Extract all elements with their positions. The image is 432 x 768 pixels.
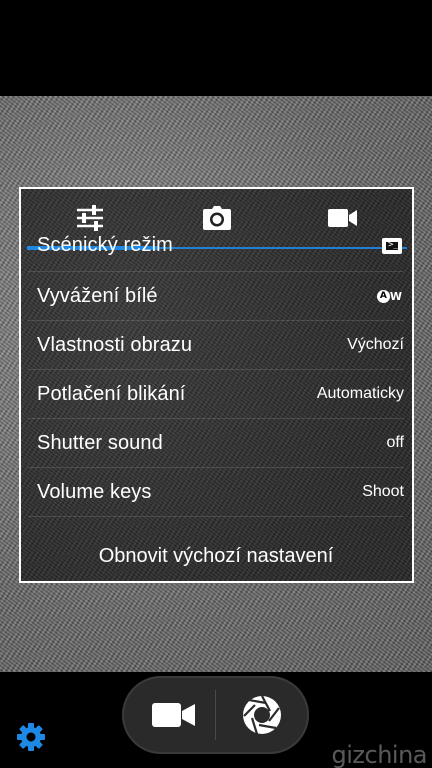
- setting-label: Scénický režim: [37, 234, 173, 256]
- shutter-button[interactable]: [226, 684, 298, 746]
- video-camera-icon: [152, 703, 195, 727]
- scene-mode-icon: >_: [382, 238, 402, 254]
- settings-list: Scénický režim >_ Vyvážení bílé AW Vlast…: [21, 234, 412, 517]
- setting-row-scene-mode[interactable]: Scénický režim >_: [28, 232, 404, 272]
- setting-value: Shoot: [362, 483, 404, 500]
- setting-row-volume-keys[interactable]: Volume keys Shoot: [28, 468, 404, 517]
- settings-panel: Scénický režim >_ Vyvážení bílé AW Vlast…: [19, 187, 414, 583]
- setting-row-image-properties[interactable]: Vlastnosti obrazu Výchozí: [28, 321, 404, 370]
- setting-label: Shutter sound: [37, 431, 163, 454]
- auto-white-balance-icon: AW: [376, 289, 402, 303]
- divider: [215, 690, 216, 740]
- setting-value: off: [386, 434, 405, 451]
- watermark: gizchina: [331, 741, 428, 768]
- top-bar: [0, 0, 432, 96]
- setting-label: Vyvážení bílé: [37, 284, 158, 307]
- aperture-icon: [243, 695, 281, 735]
- capture-controls: [122, 676, 309, 754]
- setting-label: Vlastnosti obrazu: [37, 333, 193, 356]
- setting-row-white-balance[interactable]: Vyvážení bílé AW: [28, 272, 404, 321]
- setting-value: Automaticky: [316, 385, 404, 402]
- gear-icon: [17, 723, 45, 751]
- setting-value: Výchozí: [347, 336, 404, 353]
- video-camera-icon: [328, 209, 357, 227]
- sliders-icon: [77, 205, 103, 231]
- setting-label: Potlačení blikání: [37, 382, 186, 405]
- reset-defaults-button[interactable]: Obnovit výchozí nastavení: [28, 532, 404, 580]
- camera-icon: [203, 206, 231, 230]
- record-video-button[interactable]: [138, 684, 210, 746]
- setting-row-shutter-sound[interactable]: Shutter sound off: [28, 419, 404, 468]
- setting-label: Volume keys: [37, 480, 152, 503]
- setting-row-antiflicker[interactable]: Potlačení blikání Automaticky: [28, 370, 404, 419]
- settings-gear-button[interactable]: [14, 720, 48, 754]
